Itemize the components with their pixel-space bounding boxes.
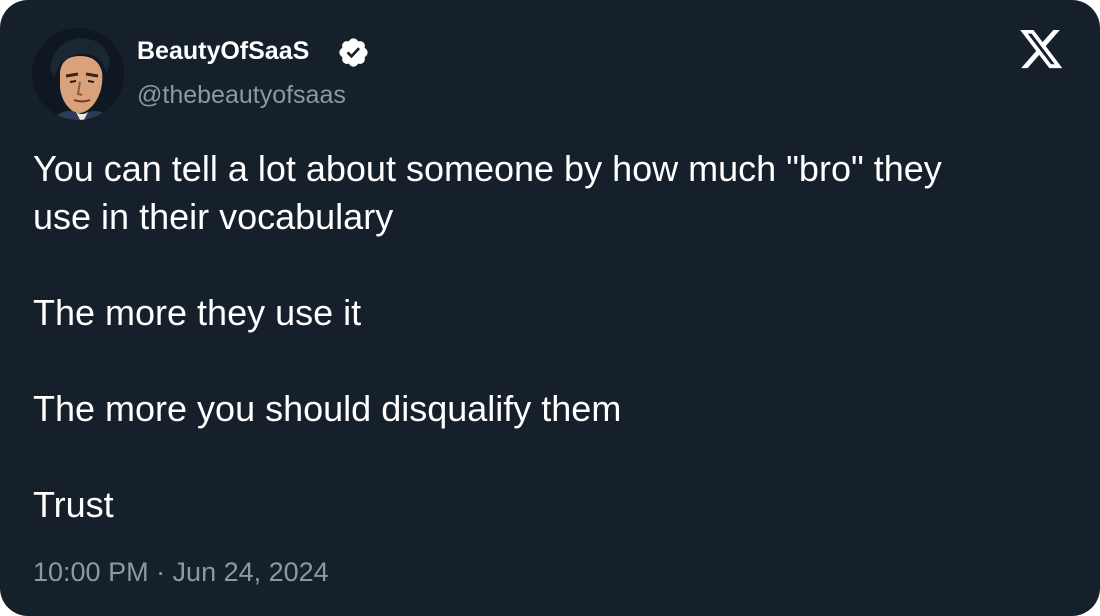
tweet-line: You can tell a lot about someone by how … bbox=[33, 148, 942, 189]
tweet-card: BeautyOfSaaS @thebeautyofsaas You can te… bbox=[0, 0, 1100, 616]
user-handle[interactable]: @thebeautyofsaas bbox=[137, 80, 346, 110]
tweet-text: You can tell a lot about someone by how … bbox=[33, 145, 1073, 529]
x-logo-icon[interactable] bbox=[1020, 30, 1064, 70]
avatar[interactable] bbox=[32, 28, 124, 120]
tweet-line: use in their vocabulary bbox=[33, 196, 394, 237]
tweet-line: The more you should disqualify them bbox=[33, 388, 622, 429]
tweet-line: The more they use it bbox=[33, 292, 362, 333]
tweet-line: Trust bbox=[33, 484, 114, 525]
verified-badge-icon bbox=[339, 38, 368, 67]
tweet-timestamp[interactable]: 10:00 PM · Jun 24, 2024 bbox=[33, 554, 329, 590]
display-name[interactable]: BeautyOfSaaS bbox=[137, 36, 309, 66]
